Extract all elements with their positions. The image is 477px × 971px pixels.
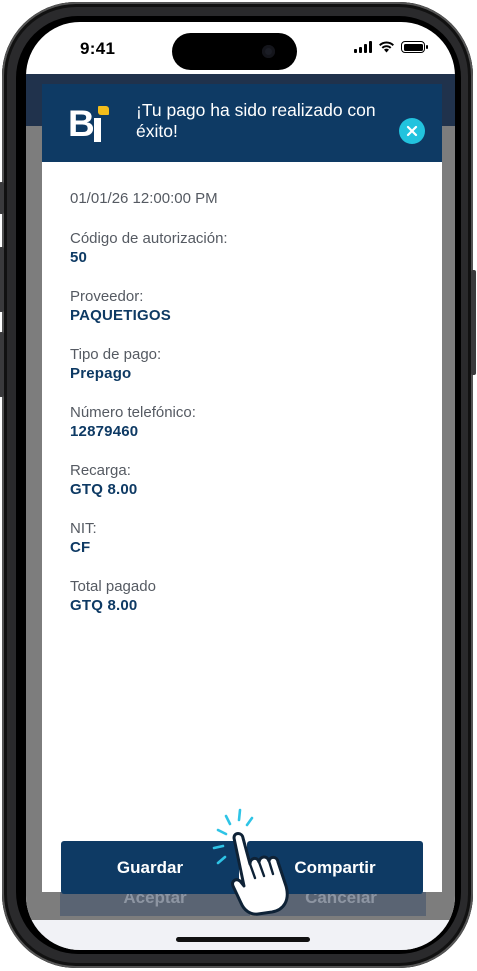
field-authorization-code: Código de autorización: 50	[70, 229, 420, 268]
field-nit: NIT: CF	[70, 519, 420, 558]
field-payment-type: Tipo de pago: Prepago	[70, 345, 420, 384]
tap-hand-icon	[212, 808, 289, 916]
field-label: Código de autorización:	[70, 230, 228, 247]
field-label: Proveedor:	[70, 288, 144, 305]
close-icon	[406, 125, 418, 137]
camera-icon	[262, 45, 275, 58]
screen: Aceptar Cancelar 9:41 B ¡Tu pago ha sido…	[26, 22, 455, 950]
field-value: GTQ 8.00	[70, 597, 138, 614]
power-button	[471, 270, 476, 375]
status-icons	[354, 41, 428, 53]
status-time: 9:41	[80, 39, 116, 58]
field-label: Número telefónico:	[70, 404, 196, 421]
field-value: 50	[70, 249, 88, 266]
wifi-icon	[379, 41, 394, 53]
payment-success-modal: B ¡Tu pago ha sido realizado con éxito! …	[42, 84, 442, 894]
field-label: NIT:	[70, 520, 97, 537]
field-value: Prepago	[70, 365, 132, 382]
signal-icon	[354, 41, 372, 53]
receipt-details: 01/01/26 12:00:00 PM Código de autorizac…	[70, 190, 420, 635]
field-provider: Proveedor: PAQUETIGOS	[70, 287, 420, 326]
field-recharge: Recarga: GTQ 8.00	[70, 461, 420, 500]
field-label: Tipo de pago:	[70, 346, 162, 363]
phone-frame: Aceptar Cancelar 9:41 B ¡Tu pago ha sido…	[0, 2, 476, 968]
field-phone-number: Número telefónico: 12879460	[70, 403, 420, 442]
field-value: 12879460	[70, 423, 139, 440]
field-value: CF	[70, 539, 91, 556]
volume-down-button	[0, 332, 4, 397]
transaction-date: 01/01/26 12:00:00 PM	[70, 190, 218, 207]
field-label: Total pagado	[70, 578, 156, 595]
modal-header: B ¡Tu pago ha sido realizado con éxito!	[42, 84, 442, 162]
battery-icon	[401, 41, 428, 53]
field-value: PAQUETIGOS	[70, 307, 171, 324]
home-indicator[interactable]	[176, 937, 310, 942]
bi-logo: B	[68, 104, 112, 144]
field-total-paid: Total pagado GTQ 8.00	[70, 577, 420, 616]
field-label: Recarga:	[70, 462, 131, 479]
action-button	[0, 182, 4, 214]
volume-up-button	[0, 247, 4, 312]
background-footer	[26, 920, 455, 950]
dynamic-island	[172, 33, 297, 70]
modal-title: ¡Tu pago ha sido realizado con éxito!	[136, 100, 376, 141]
close-button[interactable]	[399, 118, 425, 144]
field-value: GTQ 8.00	[70, 481, 138, 498]
